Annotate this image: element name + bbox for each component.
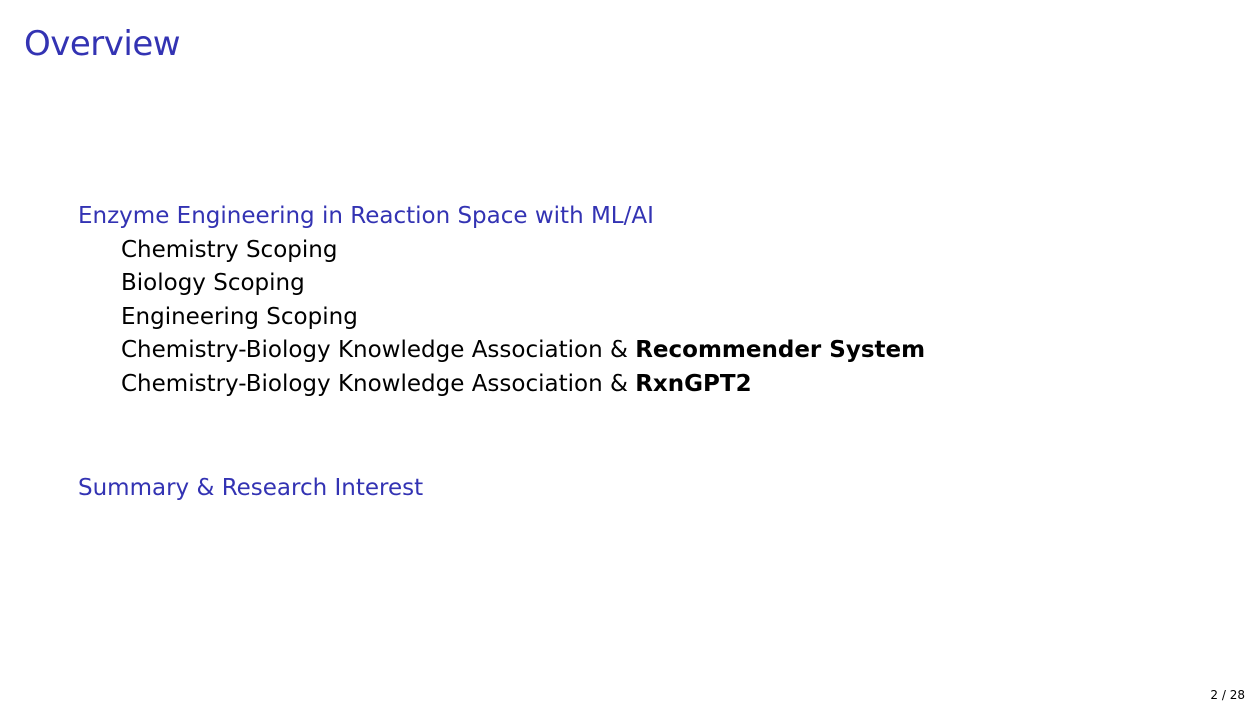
toc-subsection-label: Chemistry-Biology Knowledge Association …: [121, 337, 636, 363]
page-number: 2 / 28: [1210, 688, 1245, 702]
toc-section-enzyme-engineering[interactable]: Enzyme Engineering in Reaction Space wit…: [78, 200, 925, 234]
toc-subsection-label: Biology Scoping: [121, 270, 305, 296]
toc-subsection-label: Chemistry-Biology Knowledge Association …: [121, 370, 636, 397]
toc-subsection-rxngpt2[interactable]: Chemistry-Biology Knowledge Association …: [78, 368, 925, 402]
toc-subsection-label: Engineering Scoping: [121, 303, 358, 330]
table-of-contents: Enzyme Engineering in Reaction Space wit…: [78, 200, 925, 506]
toc-subsection-label: Chemistry Scoping: [121, 236, 338, 263]
slide-title: Overview: [24, 24, 181, 64]
toc-subsection-emphasis: RxnGPT2: [635, 370, 752, 397]
toc-subsection-chemistry-scoping[interactable]: Chemistry Scoping: [78, 234, 925, 268]
toc-subsection-emphasis: Recommender System: [635, 337, 926, 363]
toc-subsection-biology-scoping[interactable]: Biology Scoping: [78, 267, 925, 301]
toc-section-summary[interactable]: Summary & Research Interest: [78, 472, 925, 506]
toc-subsection-engineering-scoping[interactable]: Engineering Scoping: [78, 301, 925, 335]
toc-subsection-recommender-system[interactable]: Chemistry-Biology Knowledge Association …: [78, 334, 925, 368]
